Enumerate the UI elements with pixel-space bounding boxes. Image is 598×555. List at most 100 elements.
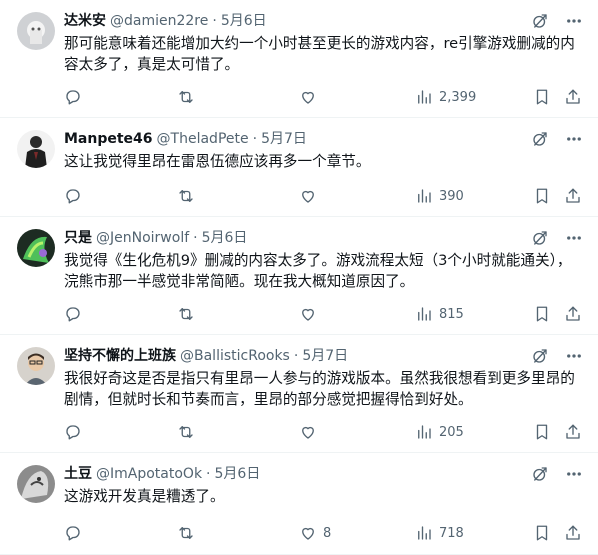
user-handle[interactable]: @BallisticRooks xyxy=(180,348,290,364)
views-button[interactable]: 718 xyxy=(415,523,464,543)
separator-dot: · xyxy=(193,230,198,246)
avatar[interactable] xyxy=(17,12,55,50)
views-icon xyxy=(418,425,431,439)
retweet-button[interactable] xyxy=(177,304,195,324)
views-button[interactable]: 205 xyxy=(415,422,464,442)
avatar[interactable] xyxy=(17,465,55,503)
share-icon xyxy=(566,188,580,203)
like-button[interactable] xyxy=(299,186,323,206)
bookmark-icon xyxy=(536,525,548,541)
reply-button[interactable] xyxy=(64,422,82,442)
retweet-button[interactable] xyxy=(177,422,195,442)
share-button[interactable] xyxy=(564,523,582,543)
retweet-button[interactable] xyxy=(177,523,195,543)
bookmark-button[interactable] xyxy=(533,304,551,324)
share-button[interactable] xyxy=(564,304,582,324)
retweet-button[interactable] xyxy=(177,186,195,206)
bookmark-button[interactable] xyxy=(533,87,551,107)
tweet[interactable]: Manpete46 @TheladPete · 5月7日 这让我觉得里昂在雷恩伍德应该… xyxy=(0,118,598,217)
retweet-button[interactable] xyxy=(177,87,195,107)
user-handle[interactable]: @ImApotatoOk xyxy=(96,466,202,482)
reply-button[interactable] xyxy=(64,87,82,107)
user-handle[interactable]: @JenNoirwolf xyxy=(96,230,189,246)
tweet-date[interactable]: 5月6日 xyxy=(215,466,261,482)
share-button[interactable] xyxy=(564,87,582,107)
retweet-icon xyxy=(179,91,193,103)
like-button[interactable] xyxy=(299,422,323,442)
like-count: 8 xyxy=(323,525,332,541)
more-icon[interactable] xyxy=(564,464,584,484)
like-button[interactable]: 8 xyxy=(299,523,331,543)
tweet-actions: 2,399 xyxy=(64,87,584,107)
avatar[interactable] xyxy=(17,347,55,385)
avatar[interactable] xyxy=(17,130,55,168)
display-name[interactable]: 土豆 xyxy=(64,466,92,482)
grok-icon[interactable] xyxy=(530,346,550,366)
tweet-actions: 390 xyxy=(64,186,584,206)
tweet-date[interactable]: 5月6日 xyxy=(221,13,267,29)
grok-icon[interactable] xyxy=(530,464,550,484)
bookmark-icon xyxy=(536,188,548,204)
user-handle[interactable]: @TheladPete xyxy=(157,131,249,147)
tweet-text: 这让我觉得里昂在雷恩伍德应该再多一个章节。 xyxy=(64,153,371,170)
share-button[interactable] xyxy=(564,422,582,442)
bookmark-button[interactable] xyxy=(533,186,551,206)
retweet-icon xyxy=(179,308,193,320)
more-icon[interactable] xyxy=(564,11,584,31)
display-name[interactable]: 达米安 xyxy=(64,13,106,29)
tweet-date[interactable]: 5月7日 xyxy=(302,348,348,364)
bookmark-button[interactable] xyxy=(533,523,551,543)
tweet-date[interactable]: 5月7日 xyxy=(261,131,307,147)
more-icon[interactable] xyxy=(564,346,584,366)
tweet-header: 只是 @JenNoirwolf · 5月6日 xyxy=(64,229,247,247)
share-button[interactable] xyxy=(564,186,582,206)
like-button[interactable] xyxy=(299,304,323,324)
like-icon xyxy=(302,426,314,439)
separator-dot: · xyxy=(206,466,211,482)
display-name[interactable]: 坚持不懈的上班族 xyxy=(64,348,176,364)
views-icon xyxy=(418,90,431,104)
tweet[interactable]: 只是 @JenNoirwolf · 5月6日 我觉得《生化危机9》删减的内容太多了。游… xyxy=(0,217,598,335)
separator-dot: · xyxy=(252,131,258,147)
display-name[interactable]: Manpete46 xyxy=(64,131,153,147)
grok-icon[interactable] xyxy=(530,129,550,149)
views-icon xyxy=(418,307,431,321)
grok-icon[interactable] xyxy=(530,228,550,248)
bookmark-icon xyxy=(536,306,548,322)
avatar[interactable] xyxy=(17,229,55,267)
share-icon xyxy=(566,89,580,104)
reply-icon xyxy=(66,189,80,204)
bookmark-icon xyxy=(536,89,548,105)
view-count: 2,399 xyxy=(439,89,477,105)
reply-icon xyxy=(66,307,80,322)
reply-button[interactable] xyxy=(64,523,82,543)
tweet-actions: 8 718 xyxy=(64,523,584,543)
like-button[interactable] xyxy=(299,87,323,107)
share-icon xyxy=(566,424,580,439)
views-button[interactable]: 390 xyxy=(415,186,464,206)
reply-feed: 达米安 @damien22re · 5月6日 那可能意味着还能增加大约一个小时甚至更长… xyxy=(0,0,598,555)
tweet-header: 土豆 @ImApotatoOk · 5月6日 xyxy=(64,465,260,483)
share-icon xyxy=(566,525,580,540)
views-button[interactable]: 815 xyxy=(415,304,464,324)
tweet-date[interactable]: 5月6日 xyxy=(202,230,248,246)
bookmark-icon xyxy=(536,424,548,440)
user-handle[interactable]: @damien22re xyxy=(110,13,208,29)
tweet-text: 我很好奇这是否是指只有里昂一人参与的游戏版本。虽然我很想看到更多里昂的剧情，但就… xyxy=(64,370,575,408)
bookmark-button[interactable] xyxy=(533,422,551,442)
display-name[interactable]: 只是 xyxy=(64,230,92,246)
more-icon[interactable] xyxy=(564,228,584,248)
reply-button[interactable] xyxy=(64,304,82,324)
tweet-header: 达米安 @damien22re · 5月6日 xyxy=(64,12,267,30)
tweet[interactable]: 达米安 @damien22re · 5月6日 那可能意味着还能增加大约一个小时甚至更长… xyxy=(0,0,598,118)
view-count: 718 xyxy=(439,525,464,541)
grok-icon[interactable] xyxy=(530,11,550,31)
separator-dot: · xyxy=(212,13,217,29)
more-icon[interactable] xyxy=(564,129,584,149)
retweet-icon xyxy=(179,527,193,539)
retweet-icon xyxy=(179,190,193,202)
tweet[interactable]: 土豆 @ImApotatoOk · 5月6日 这游戏开发真是糟透了。 8 718 xyxy=(0,453,598,555)
tweet[interactable]: 坚持不懈的上班族 @BallisticRooks · 5月7日 我很好奇这是否是指只有… xyxy=(0,335,598,453)
reply-button[interactable] xyxy=(64,186,82,206)
views-button[interactable]: 2,399 xyxy=(415,87,476,107)
